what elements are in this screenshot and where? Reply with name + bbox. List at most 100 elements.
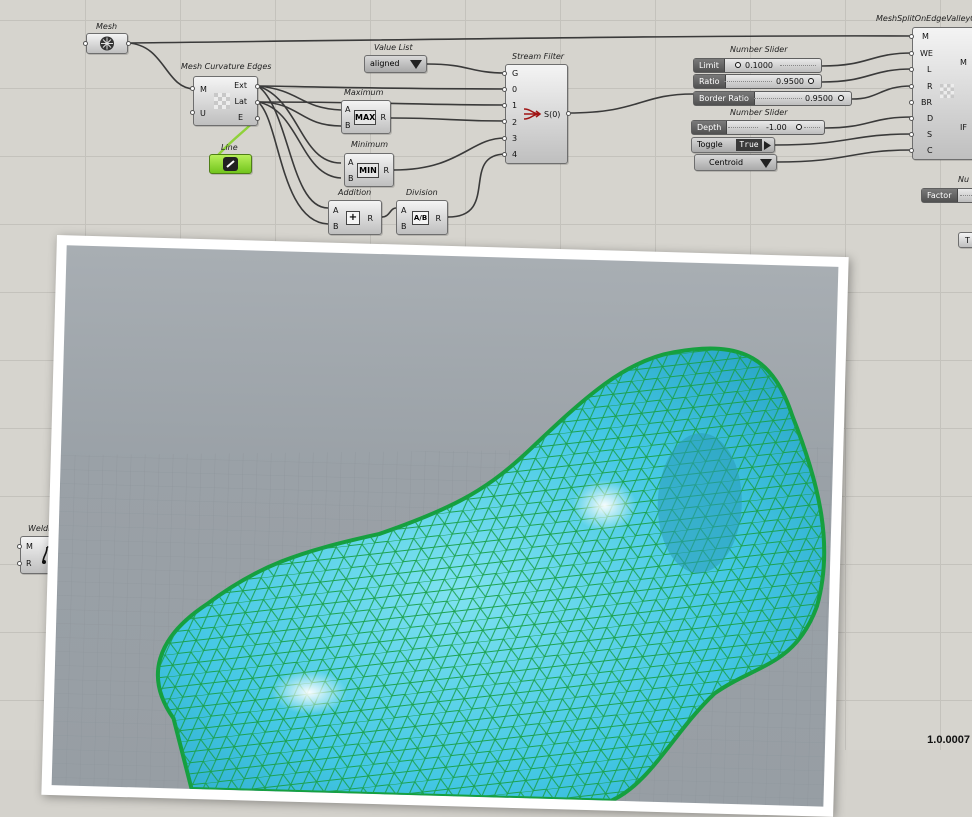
input-c-label: C: [927, 146, 933, 155]
ratio-slider[interactable]: Ratio 0.9500: [693, 74, 822, 89]
toggle-arrow-icon: [764, 141, 771, 150]
output-r-label: R: [380, 113, 386, 122]
input-b-label: B: [333, 222, 339, 231]
division-node[interactable]: A B A/B R: [396, 200, 448, 235]
input-pin[interactable]: [909, 116, 914, 121]
mesh-split-node[interactable]: M WE L R BR D S C M IF: [912, 27, 972, 160]
version-label: 1.0.0007: [927, 734, 970, 746]
input-r-label: R: [927, 82, 933, 91]
dropdown-arrow-icon[interactable]: [760, 158, 772, 169]
border-ratio-value: 0.9500: [805, 94, 833, 103]
input-d-label: D: [927, 114, 934, 123]
input-1-label: 1: [512, 101, 518, 110]
maximum-node[interactable]: A B MAX R: [341, 100, 391, 134]
number-slider-caption: Number Slider: [730, 108, 788, 117]
input-s-label: S: [927, 130, 933, 139]
input-pin[interactable]: [190, 110, 195, 115]
depth-value: -1.00: [766, 123, 787, 132]
limit-slider[interactable]: Limit 0.1000: [693, 58, 822, 73]
output-s0-label: S(0): [544, 110, 561, 119]
output-pin[interactable]: [255, 84, 260, 89]
output-e-label: E: [237, 113, 243, 122]
depth-slider[interactable]: Depth -1.00: [691, 120, 825, 135]
output-r-label: R: [435, 214, 441, 223]
mesh-curvature-edges-node[interactable]: M U Ext Lat E: [193, 76, 258, 126]
mesh-render: [51, 346, 834, 807]
toggle-value[interactable]: True: [736, 139, 762, 151]
mesh-param-node[interactable]: [86, 33, 128, 54]
slider-knob[interactable]: [796, 124, 802, 130]
centroid-value-list[interactable]: Centroid: [694, 154, 777, 171]
input-pin[interactable]: [83, 41, 88, 46]
slider-knob[interactable]: [808, 78, 814, 84]
mesh-split-icon: [940, 84, 954, 98]
max-icon: MAX: [354, 110, 376, 125]
input-m-label: M: [922, 32, 929, 41]
divide-icon: A/B: [412, 211, 429, 225]
input-pin[interactable]: [17, 561, 22, 566]
slider-knob[interactable]: [735, 62, 741, 68]
slider-track: [724, 81, 772, 83]
input-pin[interactable]: [502, 119, 507, 124]
stream-filter-icon: [523, 108, 542, 120]
input-pin[interactable]: [502, 71, 507, 76]
viewport-area: [51, 245, 839, 807]
input-pin[interactable]: [17, 544, 22, 549]
output-if-label: IF: [960, 123, 967, 132]
slider-track: [728, 127, 758, 129]
input-u-label: U: [200, 109, 206, 118]
value-list-caption: Value List: [374, 43, 413, 52]
rhino-viewport-image: [41, 235, 849, 817]
addition-node[interactable]: A B + R: [328, 200, 382, 235]
line-param-node[interactable]: [209, 154, 252, 174]
slider-track: [754, 98, 802, 100]
border-ratio-slider[interactable]: Border Ratio 0.9500: [693, 91, 852, 106]
partial-component[interactable]: T: [958, 232, 972, 248]
input-pin[interactable]: [909, 148, 914, 153]
minimum-node[interactable]: A B MIN R: [344, 153, 394, 187]
input-pin[interactable]: [909, 84, 914, 89]
input-pin[interactable]: [909, 100, 914, 105]
stream-filter-node[interactable]: G 0 1 2 3 4 S(0): [505, 64, 568, 164]
input-pin[interactable]: [502, 87, 507, 92]
input-3-label: 3: [512, 134, 518, 143]
slider-track: [804, 127, 820, 129]
curvature-icon: [214, 93, 230, 109]
factor-slider[interactable]: Factor: [921, 188, 972, 203]
mesh-caption: Mesh: [96, 22, 118, 31]
input-pin[interactable]: [909, 132, 914, 137]
output-r-label: R: [367, 214, 373, 223]
output-pin[interactable]: [255, 100, 260, 105]
line-icon: [223, 157, 238, 171]
addition-caption: Addition: [338, 188, 372, 197]
value-list-value: aligned: [370, 59, 400, 68]
input-m-label: M: [200, 85, 207, 94]
slider-knob[interactable]: [838, 95, 844, 101]
input-a-label: A: [345, 105, 351, 114]
input-pin[interactable]: [909, 67, 914, 72]
output-lat-label: Lat: [234, 97, 248, 106]
dropdown-arrow-icon[interactable]: [410, 59, 422, 70]
mesh-curvature-edges-caption: Mesh Curvature Edges: [181, 62, 272, 71]
output-pin[interactable]: [126, 41, 131, 46]
input-br-label: BR: [921, 98, 933, 107]
input-pin[interactable]: [909, 51, 914, 56]
input-pin[interactable]: [502, 136, 507, 141]
input-a-label: A: [333, 206, 339, 215]
input-b-label: B: [348, 174, 354, 183]
input-pin[interactable]: [909, 34, 914, 39]
ratio-label: Ratio: [694, 75, 726, 88]
value-list-node[interactable]: aligned: [364, 55, 427, 73]
maximum-caption: Maximum: [344, 88, 384, 97]
stream-filter-caption: Stream Filter: [512, 52, 565, 61]
factor-label: Factor: [922, 189, 958, 202]
output-pin[interactable]: [566, 111, 571, 116]
input-we-label: WE: [920, 49, 933, 58]
plus-icon: +: [346, 211, 360, 225]
boolean-toggle[interactable]: Toggle True: [691, 137, 775, 153]
division-caption: Division: [406, 188, 438, 197]
input-pin[interactable]: [502, 152, 507, 157]
output-pin[interactable]: [255, 116, 260, 121]
input-pin[interactable]: [502, 103, 507, 108]
input-pin[interactable]: [190, 86, 195, 91]
